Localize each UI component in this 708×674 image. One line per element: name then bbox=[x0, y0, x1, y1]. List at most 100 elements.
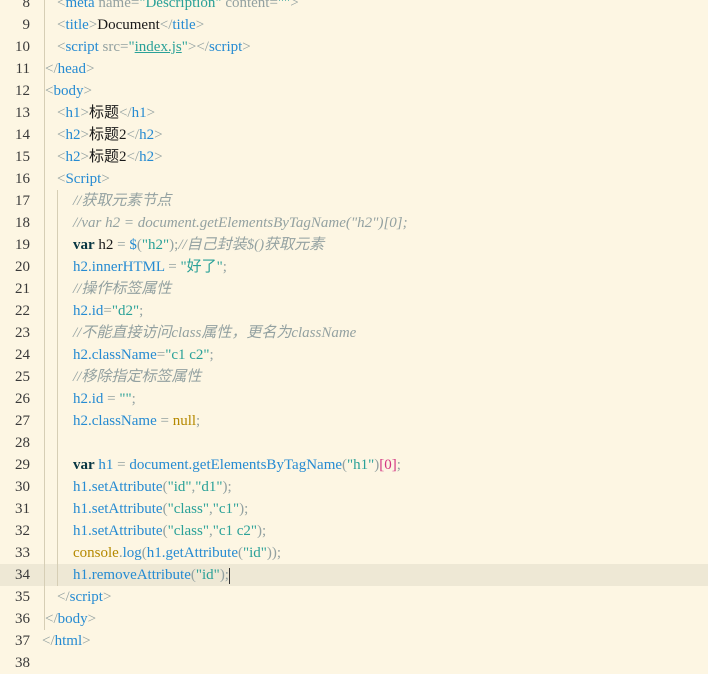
code-token: ; bbox=[139, 303, 144, 319]
code-token: null bbox=[172, 413, 197, 429]
line-number: 34 bbox=[15, 567, 30, 583]
code-token: "Description" bbox=[139, 0, 222, 11]
code-token: = bbox=[117, 457, 126, 473]
code-text: //操作标签属性 bbox=[73, 278, 171, 300]
code-line[interactable]: 22 h2.id="d2"; bbox=[0, 300, 708, 322]
indent-guide bbox=[57, 278, 58, 300]
code-line[interactable]: 14 <h2>标题2</h2> bbox=[0, 124, 708, 146]
indent-guide bbox=[57, 344, 58, 366]
indent-guide bbox=[57, 520, 58, 542]
line-number: 26 bbox=[15, 391, 30, 407]
code-line[interactable]: 19 var h2 = $("h2");//自己封装$()获取元素 bbox=[0, 234, 708, 256]
code-line[interactable]: 38 bbox=[0, 652, 708, 674]
code-line[interactable]: 26 h2.id = ""; bbox=[0, 388, 708, 410]
code-text: </head> bbox=[45, 58, 94, 80]
code-token: //操作标签属性 bbox=[73, 281, 172, 297]
indent-guide bbox=[44, 476, 45, 498]
code-line[interactable]: 35 </script> bbox=[0, 586, 708, 608]
code-line[interactable]: 13 <h1>标题</h1> bbox=[0, 102, 708, 124]
indent-guide bbox=[44, 0, 45, 14]
code-token: "c1 c2" bbox=[165, 347, 210, 363]
code-token: script bbox=[69, 589, 103, 605]
code-token: document.getElementsByTagName bbox=[129, 457, 343, 473]
code-line[interactable]: 37 </html> bbox=[0, 630, 708, 652]
code-line[interactable]: 25 //移除指定标签属性 bbox=[0, 366, 708, 388]
indent-guide bbox=[57, 432, 58, 454]
code-token: h1 bbox=[98, 457, 114, 473]
code-line[interactable]: 36 </body> bbox=[0, 608, 708, 630]
code-text: </script> bbox=[57, 586, 111, 608]
code-line[interactable]: 31 h1.setAttribute("class","c1"); bbox=[0, 498, 708, 520]
code-line[interactable]: 29 var h1 = document.getElementsByTagName… bbox=[0, 454, 708, 476]
line-number: 12 bbox=[15, 83, 30, 99]
code-text: <title>Document</title> bbox=[57, 14, 204, 36]
code-text: <Script> bbox=[57, 168, 110, 190]
code-line[interactable]: 10 <script src="index.js"></script> bbox=[0, 36, 708, 58]
code-line[interactable]: 33 console.log(h1.getAttribute("id")); bbox=[0, 542, 708, 564]
line-number: 32 bbox=[15, 523, 30, 539]
code-text: <h1>标题</h1> bbox=[57, 102, 155, 124]
code-line[interactable]: 8 <meta name="Description" content=""> bbox=[0, 0, 708, 14]
code-text: h2.className="c1 c2"; bbox=[73, 344, 214, 366]
code-token: > bbox=[80, 127, 89, 143]
code-token: var bbox=[73, 237, 95, 253]
code-line[interactable]: 34 h1.removeAttribute("id"); bbox=[0, 564, 708, 586]
code-line[interactable]: 24 h2.className="c1 c2"; bbox=[0, 344, 708, 366]
code-token: h1 bbox=[65, 105, 81, 121]
line-number: 15 bbox=[15, 149, 30, 165]
indent-guide bbox=[57, 388, 58, 410]
code-token: = bbox=[168, 259, 177, 275]
code-line[interactable]: 28 bbox=[0, 432, 708, 454]
code-token: </ bbox=[126, 149, 140, 165]
line-number: 36 bbox=[15, 611, 30, 627]
indent-guide bbox=[44, 322, 45, 344]
code-token: </ bbox=[126, 127, 140, 143]
code-token: h2.id bbox=[73, 391, 104, 407]
indent-guide bbox=[57, 476, 58, 498]
code-line[interactable]: 21 //操作标签属性 bbox=[0, 278, 708, 300]
code-line[interactable]: 16 <Script> bbox=[0, 168, 708, 190]
code-token: > bbox=[85, 61, 95, 77]
indent-guide bbox=[44, 520, 45, 542]
indent-guide bbox=[44, 586, 45, 608]
code-text: <script src="index.js"></script> bbox=[57, 36, 251, 58]
code-text: </html> bbox=[42, 630, 91, 652]
indent-guide bbox=[57, 212, 58, 234]
code-token: "d2" bbox=[111, 303, 140, 319]
code-line[interactable]: 12 <body> bbox=[0, 80, 708, 102]
line-number: 13 bbox=[15, 105, 30, 121]
code-token: title bbox=[65, 17, 89, 33]
code-line[interactable]: 20 h2.innerHTML = "好了"; bbox=[0, 256, 708, 278]
code-token: > bbox=[195, 17, 205, 33]
code-token: = bbox=[120, 39, 129, 55]
code-text: h2.id = ""; bbox=[73, 388, 136, 410]
code-line[interactable]: 32 h1.setAttribute("class","c1 c2"); bbox=[0, 520, 708, 542]
code-line[interactable]: 11 </head> bbox=[0, 58, 708, 80]
code-token: ); bbox=[257, 523, 267, 539]
code-line[interactable]: 9 <title>Document</title> bbox=[0, 14, 708, 36]
code-line[interactable]: 23 //不能直接访问class属性，更名为className bbox=[0, 322, 708, 344]
line-number: 25 bbox=[15, 369, 30, 385]
code-token: ; bbox=[196, 413, 201, 429]
code-token: h2.innerHTML bbox=[73, 259, 165, 275]
code-token: title bbox=[172, 17, 196, 33]
code-line[interactable]: 27 h2.className = null; bbox=[0, 410, 708, 432]
code-text: var h2 = $("h2");//自己封装$()获取元素 bbox=[73, 234, 324, 256]
code-token: > bbox=[154, 149, 163, 165]
code-text: h2.innerHTML = "好了"; bbox=[73, 256, 227, 278]
indent-guide bbox=[44, 168, 45, 190]
code-token: //获取元素节点 bbox=[73, 193, 172, 209]
code-line[interactable]: 17 //获取元素节点 bbox=[0, 190, 708, 212]
code-line[interactable]: 15 <h2>标题2</h2> bbox=[0, 146, 708, 168]
line-number: 29 bbox=[15, 457, 30, 473]
code-token: h2.id bbox=[73, 303, 104, 319]
code-line[interactable]: 30 h1.setAttribute("id","d1"); bbox=[0, 476, 708, 498]
code-editor[interactable]: 8 <meta name="Description" content=""> 9 <t… bbox=[0, 0, 708, 674]
line-number: 17 bbox=[15, 193, 30, 209]
code-token: </ bbox=[45, 611, 58, 627]
line-number: 38 bbox=[15, 655, 30, 671]
code-line[interactable]: 18 //var h2 = document.getElementsByTagNa… bbox=[0, 212, 708, 234]
code-token: ); bbox=[239, 501, 249, 517]
code-token: //移除指定标签属性 bbox=[73, 369, 202, 385]
code-token: "class" bbox=[167, 501, 209, 517]
